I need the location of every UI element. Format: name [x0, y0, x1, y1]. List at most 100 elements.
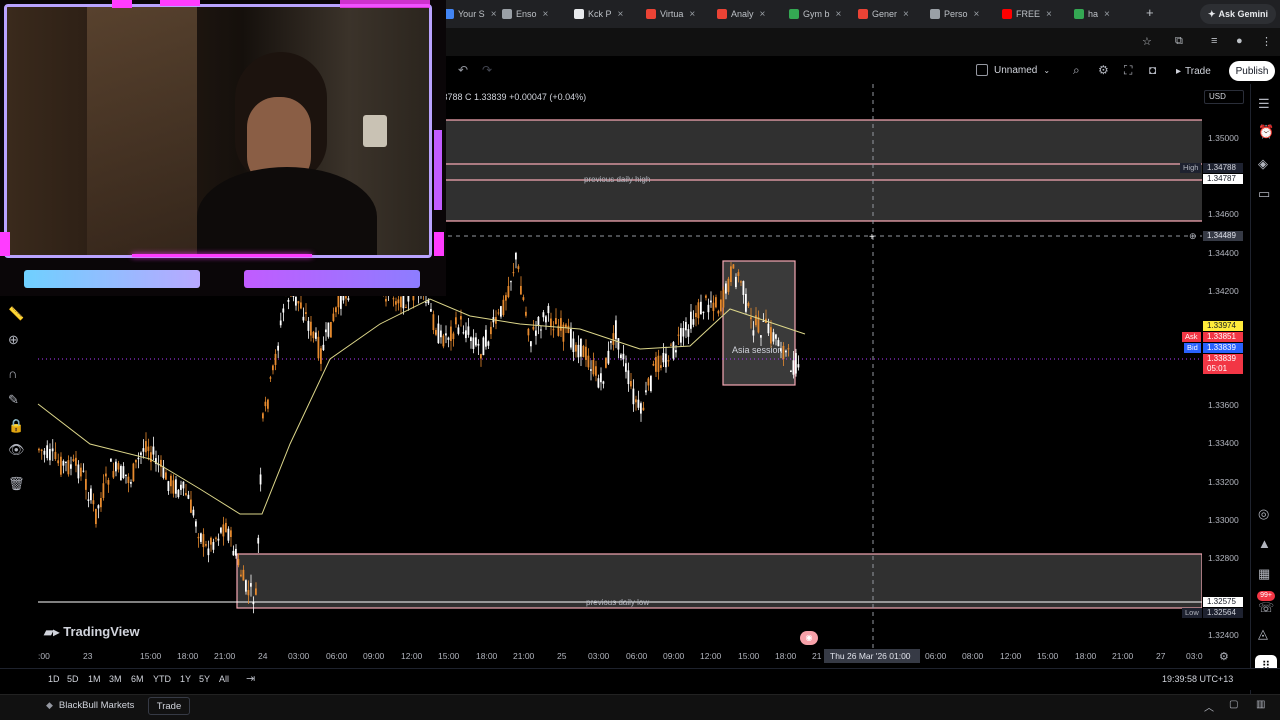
cast-icon[interactable]: ⧉	[1175, 35, 1183, 48]
browser-menu-icon[interactable]: ⋮	[1261, 35, 1272, 48]
bookmark-star-icon[interactable]: ☆	[1142, 35, 1152, 48]
browser-tab[interactable]: Virtua ×	[646, 4, 695, 24]
tab-close-icon[interactable]: ×	[689, 9, 695, 20]
range-3m[interactable]: 3M	[109, 674, 122, 684]
browser-tab[interactable]: Enso ×	[502, 4, 548, 24]
range-all[interactable]: All	[219, 674, 229, 684]
browser-tab[interactable]: Kck P ×	[574, 4, 623, 24]
goto-date-icon[interactable]: ⇥	[246, 672, 255, 685]
tab-label: Gener	[872, 9, 898, 19]
maximize-panel-icon[interactable]: ▢	[1229, 699, 1238, 710]
candle-body	[785, 350, 787, 353]
tab-close-icon[interactable]: ×	[760, 9, 766, 20]
layers-icon[interactable]: ◈	[1258, 156, 1268, 172]
broker-selector[interactable]: ◆ BlackBull Markets	[46, 700, 134, 711]
currency-select[interactable]: USD	[1204, 90, 1244, 104]
chat-icon[interactable]: ▭	[1258, 186, 1270, 202]
candle-body	[740, 281, 742, 283]
tab-close-icon[interactable]: ×	[1046, 9, 1052, 20]
tab-close-icon[interactable]: ×	[543, 9, 549, 20]
watchlist-icon[interactable]: ☰	[1258, 96, 1270, 112]
range-1m[interactable]: 1M	[88, 674, 101, 684]
price-label: 1.32400	[1208, 630, 1239, 640]
settings-icon[interactable]: ⚙	[1098, 63, 1109, 77]
candle-body	[327, 322, 330, 337]
bar-countdown: 05:01	[1203, 364, 1243, 374]
high-tag-label: High	[1180, 163, 1202, 173]
candle-body	[797, 364, 800, 368]
candle-body	[307, 320, 310, 331]
browser-tab[interactable]: Analy ×	[717, 4, 765, 24]
notifications-icon[interactable]: ☏	[1258, 600, 1274, 616]
layout-name-button[interactable]: Unnamed ⌄	[976, 64, 1050, 76]
low-line-tag: 1.32575	[1203, 597, 1243, 607]
range-6m[interactable]: 6M	[131, 674, 144, 684]
pencil-icon[interactable]: ✎	[8, 392, 19, 408]
replay-icon[interactable]: ◉	[800, 631, 818, 645]
lock-icon[interactable]: 🔒	[8, 418, 24, 434]
trade-button[interactable]: ▸ Trade	[1170, 61, 1217, 81]
candle-body	[512, 272, 515, 274]
tab-close-icon[interactable]: ×	[491, 9, 497, 20]
alerts-clock-icon[interactable]: ⏰	[1258, 124, 1274, 140]
add-alert-icon[interactable]: ⊕	[1189, 231, 1197, 242]
zoom-icon[interactable]: ⊕	[8, 332, 19, 348]
candle-body	[72, 459, 75, 462]
tab-close-icon[interactable]: ×	[1104, 9, 1110, 20]
candle-body	[660, 365, 662, 368]
candle-body	[537, 316, 540, 325]
settings-gear-icon[interactable]: ⚙	[1219, 650, 1229, 663]
tab-close-icon[interactable]: ×	[618, 9, 624, 20]
tab-close-icon[interactable]: ×	[836, 9, 842, 20]
range-1d[interactable]: 1D	[48, 674, 60, 684]
tab-close-icon[interactable]: ×	[903, 9, 909, 20]
broker-trade-button[interactable]: Trade	[148, 697, 190, 715]
candle-body	[237, 558, 240, 566]
extensions-icon[interactable]: ≡	[1211, 35, 1217, 47]
target-icon[interactable]: ◎	[1258, 506, 1269, 522]
ask-gemini-button[interactable]: ✦ Ask Gemini	[1200, 4, 1276, 24]
time-label: 08:00	[962, 651, 984, 661]
publish-button[interactable]: Publish	[1229, 61, 1275, 81]
new-tab-button[interactable]: +	[1146, 5, 1154, 20]
ruler-icon[interactable]: 📏	[8, 306, 24, 322]
expand-panel-icon[interactable]: ︿	[1204, 699, 1214, 714]
profile-avatar-icon[interactable]: ●	[1236, 35, 1243, 47]
candle-body	[90, 488, 92, 501]
candle-body	[80, 467, 82, 477]
redo-icon[interactable]: ↷	[482, 63, 492, 77]
candle-body	[210, 537, 212, 545]
snapshot-camera-icon[interactable]: ◘	[1149, 63, 1156, 77]
browser-tab[interactable]: ha ×	[1074, 4, 1110, 24]
candle-body	[212, 542, 215, 550]
undo-icon[interactable]: ↶	[458, 63, 468, 77]
eye-icon[interactable]: 👁	[8, 442, 25, 458]
range-5d[interactable]: 5D	[67, 674, 79, 684]
browser-tab[interactable]: Your S ×	[444, 4, 497, 24]
browser-tab[interactable]: Perso ×	[930, 4, 979, 24]
drawings-icon[interactable]: ▲	[1258, 536, 1271, 551]
candle-body	[165, 472, 167, 480]
quick-search-icon[interactable]: ⌕	[1073, 63, 1080, 78]
candle-body	[667, 360, 670, 362]
trash-icon[interactable]: 🗑	[8, 476, 25, 492]
fullscreen-icon[interactable]: ⛶	[1124, 63, 1132, 78]
range-5y[interactable]: 5Y	[199, 674, 210, 684]
range-1y[interactable]: 1Y	[180, 674, 191, 684]
browser-tab[interactable]: FREE ×	[1002, 4, 1052, 24]
candle-body	[570, 329, 572, 348]
calendar-icon[interactable]: ▦	[1258, 566, 1270, 582]
range-ytd[interactable]: YTD	[153, 674, 171, 684]
side-panel-icon[interactable]: ▥	[1256, 699, 1265, 710]
browser-tab[interactable]: Gener ×	[858, 4, 909, 24]
price-label: 1.35000	[1208, 133, 1239, 143]
help-icon[interactable]: ◬	[1258, 626, 1268, 642]
candle-body	[264, 401, 267, 407]
tab-close-icon[interactable]: ×	[974, 9, 980, 20]
magnet-icon[interactable]: ∩	[8, 366, 17, 381]
tab-favicon-icon	[646, 9, 656, 19]
trading-panel-bar	[0, 694, 1280, 720]
browser-tab[interactable]: Gym b ×	[789, 4, 841, 24]
candle-body	[322, 344, 325, 351]
clock[interactable]: 19:39:58 UTC+13	[1162, 674, 1233, 684]
